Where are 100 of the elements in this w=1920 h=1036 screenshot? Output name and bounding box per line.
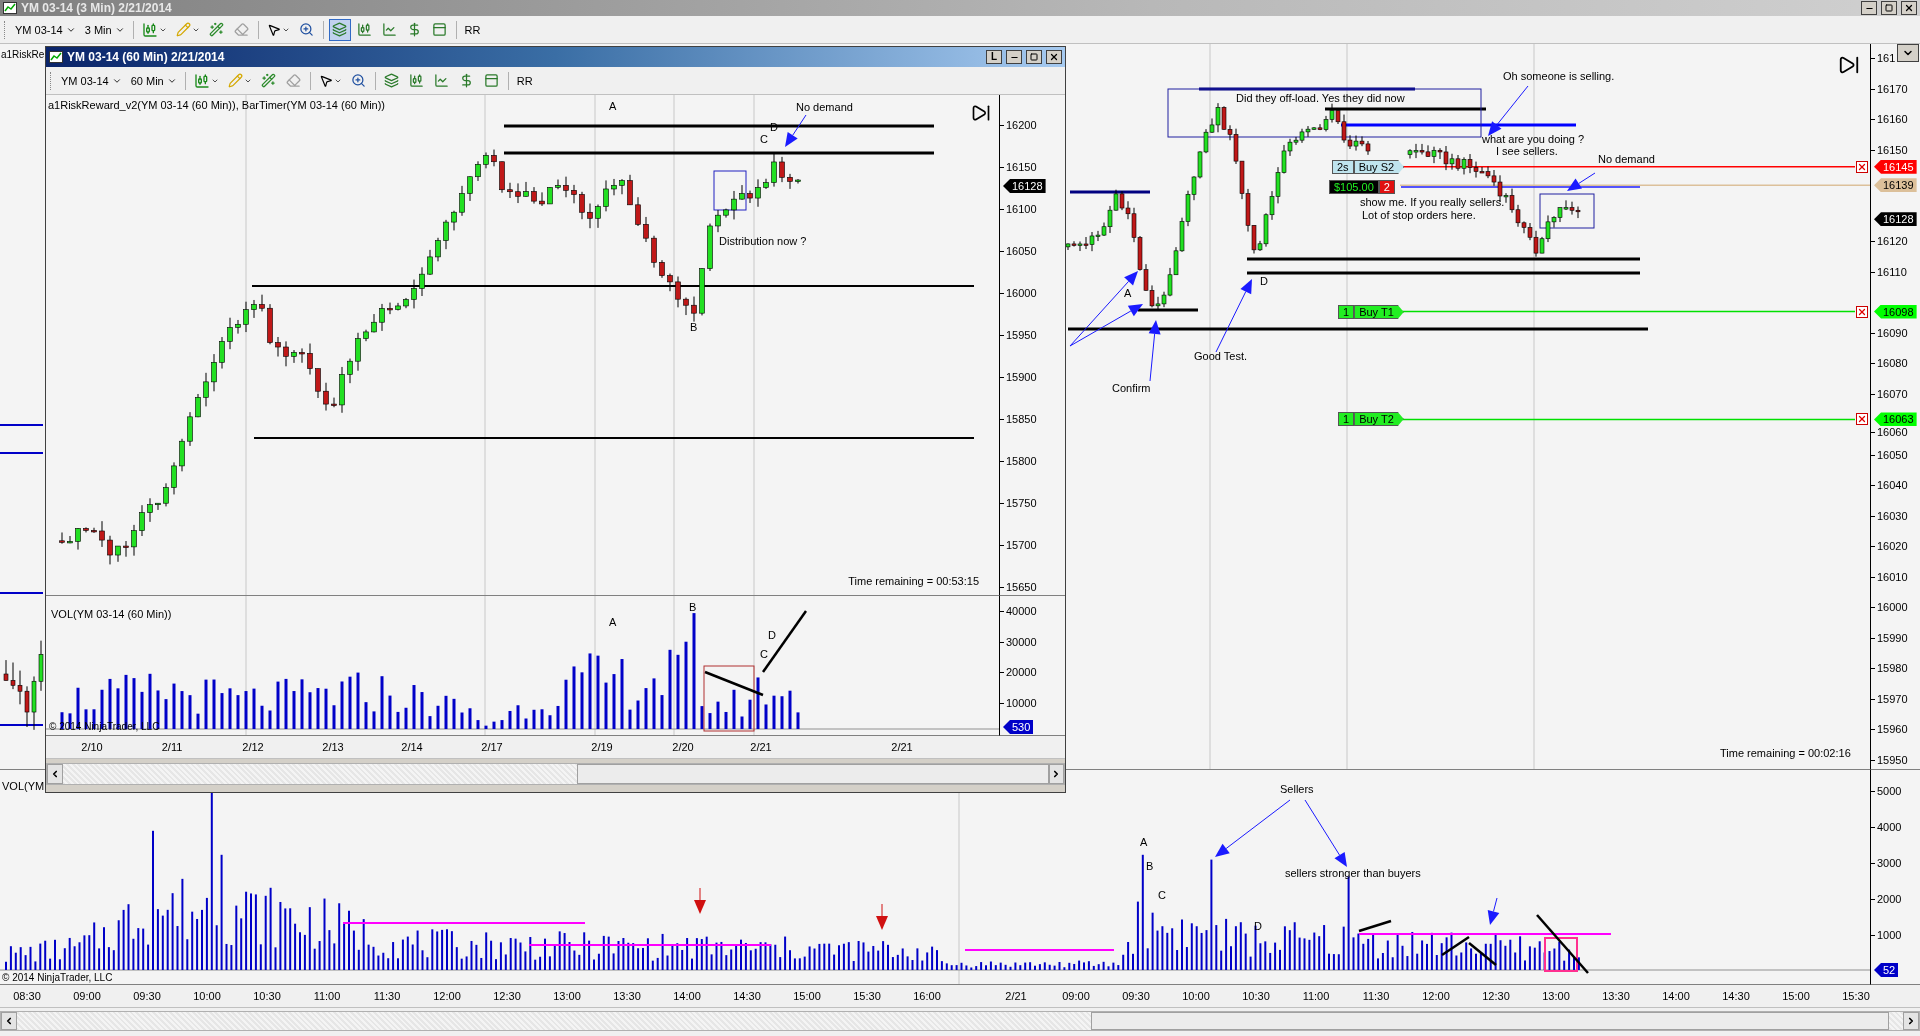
axis-label: 16060 <box>1877 426 1908 438</box>
instrument-dropdown[interactable]: YM 03-14 <box>58 70 125 91</box>
axis-label: 20000 <box>1006 666 1037 678</box>
axis-label: 16120 <box>1877 235 1908 247</box>
copyright-text: © 2014 NinjaTrader, LLC <box>49 721 160 733</box>
axis-label: 15980 <box>1877 662 1908 674</box>
axis-label: 16010 <box>1877 570 1908 583</box>
chart-annotation: No demand <box>796 101 853 113</box>
order-label[interactable]: 2s Buy S2 <box>1332 160 1405 174</box>
axis-label: 16040 <box>1877 479 1908 491</box>
axis-label: 2/17 <box>481 741 503 753</box>
axis-label: 2/19 <box>591 741 613 753</box>
axis-label: 12:00 <box>433 990 461 1002</box>
axis-label: 161 <box>1877 52 1896 64</box>
axis-label: 15960 <box>1877 723 1908 735</box>
risk-reward-button[interactable]: RR <box>461 19 484 40</box>
price-marker: 16063 <box>1874 412 1917 427</box>
axis-label: 15:30 <box>1842 990 1870 1002</box>
chart-annotation: A <box>1124 287 1132 299</box>
axis-label: 2/13 <box>322 741 344 753</box>
axis-label: 10:30 <box>253 990 281 1002</box>
axis-label: 15650 <box>1006 581 1037 593</box>
axis-label: 09:30 <box>133 990 161 1002</box>
chart-annotation: Oh someone is selling. <box>1503 70 1615 82</box>
volume-marker: 530 <box>1003 720 1034 734</box>
axis-label: 15:00 <box>1782 990 1810 1002</box>
axis-label: 3000 <box>1877 857 1902 869</box>
axis-label: 16150 <box>1006 161 1037 173</box>
axis-label: 16:00 <box>913 990 941 1002</box>
indicator-label: VOL(YM <box>2 780 45 792</box>
chart-annotation: C <box>760 133 768 145</box>
axis-label: 13:30 <box>1602 990 1630 1002</box>
axis-label: 16020 <box>1877 540 1908 552</box>
order-name: Buy T1 <box>1354 305 1404 319</box>
axis-label: 15:00 <box>793 990 821 1002</box>
axis-label: 2/11 <box>161 741 183 753</box>
order-label[interactable]: 1 Buy T1 <box>1338 305 1404 319</box>
chart-annotation: C <box>1158 889 1166 901</box>
bar-timer: Time remaining = 00:53:15 <box>848 575 979 587</box>
order-quantity: 1 <box>1338 305 1355 319</box>
axis-label: 13:30 <box>613 990 641 1002</box>
window-title: YM 03-14 (60 Min) 2/21/2014 <box>67 50 226 64</box>
indicator-label: VOL(YM 03-14 (60 Min)) <box>51 608 172 620</box>
axis-label: 16150 <box>1877 143 1908 156</box>
axis-label: 13:00 <box>553 990 581 1002</box>
layout-button[interactable]: L <box>986 50 1002 64</box>
axis-label: 2/12 <box>242 741 264 753</box>
axis-label: 15950 <box>1006 329 1037 341</box>
axis-label: 16080 <box>1877 357 1908 369</box>
axis-label: 1000 <box>1877 929 1902 941</box>
axis-label: 13:00 <box>1542 990 1570 1002</box>
axis-label: 12:00 <box>1422 990 1450 1002</box>
chart-annotation: A <box>609 616 617 628</box>
order-label[interactable]: 1 Buy T2 <box>1338 412 1404 426</box>
axis-label: 16070 <box>1877 387 1908 400</box>
chart-annotation: A <box>609 100 617 112</box>
chart-annotation: C <box>760 648 768 660</box>
price-marker: 16139 <box>1874 178 1917 193</box>
interval-dropdown[interactable]: 3 Min <box>81 19 128 40</box>
axis-label: 16110 <box>1877 265 1907 278</box>
interval-dropdown[interactable]: 60 Min <box>127 70 180 91</box>
risk-reward-button[interactable]: RR <box>513 70 536 91</box>
axis-label: 2/21 <box>750 741 772 753</box>
axis-label: 16000 <box>1877 601 1908 613</box>
profit-value: $105.00 <box>1329 180 1379 194</box>
axis-label: 2/20 <box>672 741 694 753</box>
axis-label: 09:00 <box>1062 990 1090 1002</box>
axis-label: 10000 <box>1006 696 1037 709</box>
axis-label: 16050 <box>1877 448 1908 461</box>
price-marker: 16098 <box>1874 304 1917 319</box>
axis-label: 15970 <box>1877 692 1908 705</box>
axis-label: 16100 <box>1006 203 1037 215</box>
instrument-dropdown[interactable]: YM 03-14 <box>12 19 79 40</box>
axis-label: 16000 <box>1006 287 1037 299</box>
axis-label: 2/14 <box>401 741 423 753</box>
volume-marker: 52 <box>1874 963 1899 977</box>
price-marker: 16128 <box>1874 212 1917 227</box>
chart-annotation: show me. If you really sellers. <box>1360 196 1505 208</box>
position-label[interactable]: $105.00 2 <box>1329 180 1395 194</box>
axis-label: 11:30 <box>1362 990 1390 1002</box>
axis-label: 2/21 <box>1005 990 1027 1002</box>
axis-label: 16160 <box>1877 113 1908 125</box>
axis-label: 14:00 <box>1662 990 1690 1002</box>
chart-annotation: D <box>1260 275 1268 287</box>
axis-label: 11:00 <box>313 990 341 1002</box>
axis-label: 08:30 <box>13 990 41 1002</box>
axis-label: 16050 <box>1006 245 1037 257</box>
axis-label: 15900 <box>1006 371 1037 383</box>
chart-annotation: Distribution now ? <box>719 235 807 247</box>
indicator-label: a1RiskReward_v2(YM 03-14 (60 Min)), BarTimer(YM 03-14 (60 Min)) <box>48 99 386 111</box>
window-title: YM 03-14 (3 Min) 2/21/2014 <box>21 1 173 15</box>
price-marker: 16145 <box>1874 159 1917 174</box>
chart-annotation: No demand <box>1598 153 1655 165</box>
axis-label: 14:30 <box>1722 990 1750 1002</box>
axis-label: 10:00 <box>1182 990 1210 1002</box>
axis-label: 5000 <box>1877 785 1902 797</box>
chart-annotation: I see sellers. <box>1496 145 1558 157</box>
copyright-text: © 2014 NinjaTrader, LLC <box>2 972 113 984</box>
axis-label: 14:00 <box>673 990 701 1002</box>
axis-label: 10:30 <box>1242 990 1270 1002</box>
